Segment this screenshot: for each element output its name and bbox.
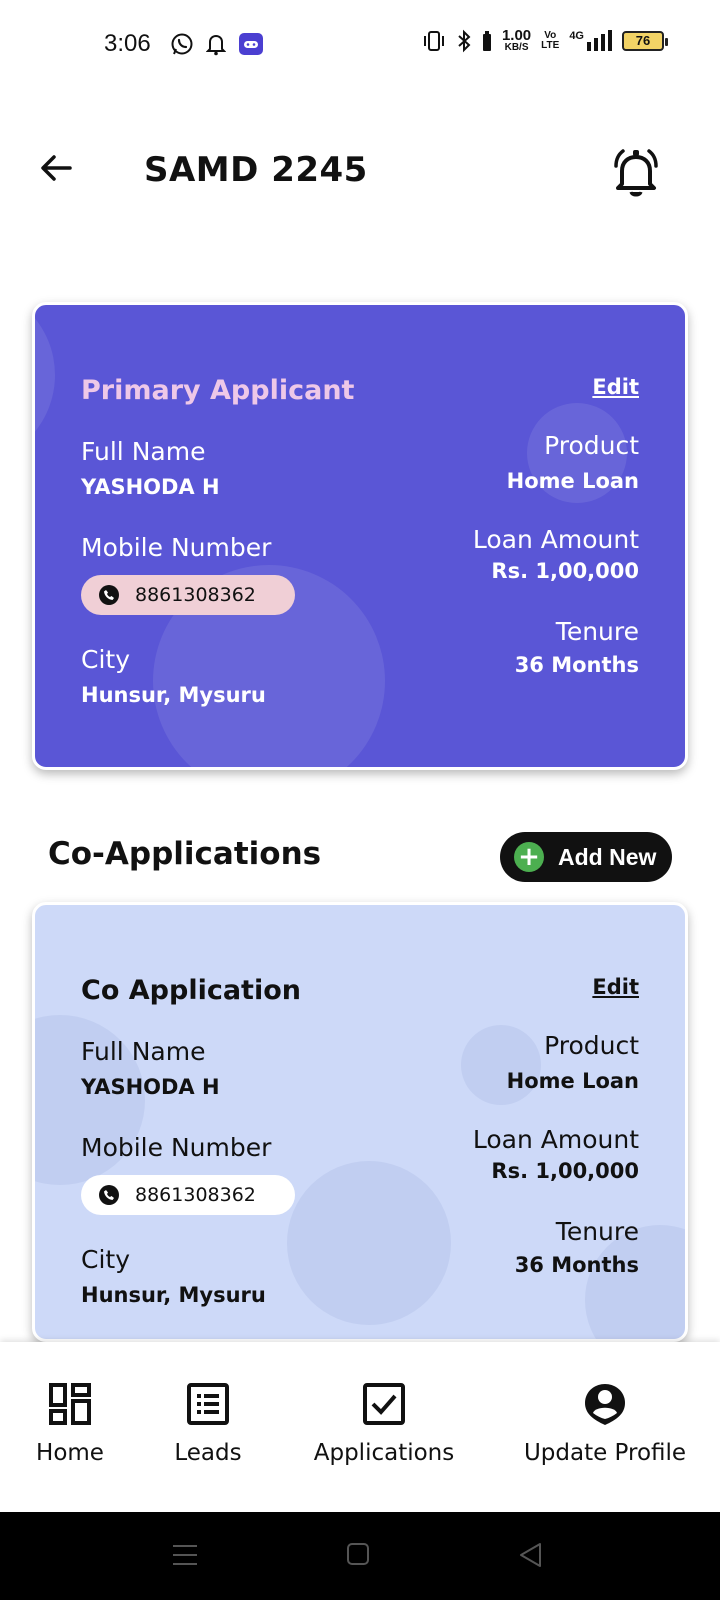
decor-bubble [287, 1161, 451, 1325]
mobile-value: 8861308362 [135, 1184, 256, 1206]
status-bar: 3:06 1.00 KB/S Vo LTE 4G 76 [0, 0, 720, 90]
decor-bubble [461, 1025, 541, 1105]
nav-label-update-profile: Update Profile [523, 1440, 687, 1466]
nav-label-home: Home [36, 1440, 104, 1466]
product-label: Product [544, 431, 639, 460]
phone-pill[interactable]: 8861308362 [81, 1175, 295, 1215]
nav-item-home[interactable]: Home [24, 1342, 116, 1512]
status-time: 3:06 [104, 30, 151, 57]
signal-indicator: 4G [569, 29, 612, 52]
bottom-nav: Home Leads Applications Update Profile [0, 1342, 720, 1512]
card-title: Co Application [81, 975, 301, 1006]
tenure-label: Tenure [555, 617, 639, 646]
edit-link[interactable]: Edit [592, 975, 639, 999]
checkbox-icon [363, 1383, 405, 1425]
full-name-label: Full Name [81, 1037, 206, 1066]
notification-bell-icon [206, 34, 226, 56]
city-label: City [81, 1245, 130, 1274]
status-right: 1.00 KB/S Vo LTE 4G 76 [422, 28, 668, 53]
primary-applicant-card: Primary Applicant Edit Full Name YASHODA… [32, 302, 688, 770]
loan-amount-label: Loan Amount [472, 1125, 639, 1154]
loan-amount-label: Loan Amount [472, 525, 639, 554]
volte-bottom: LTE [541, 39, 560, 51]
product-value: Home Loan [506, 1069, 639, 1093]
mobile-label: Mobile Number [81, 533, 272, 562]
phone-icon [99, 1185, 119, 1205]
tenure-value: 36 Months [514, 1253, 639, 1277]
volte-top: Vo [544, 29, 557, 41]
menu-icon[interactable] [172, 1542, 198, 1568]
decor-bubble [35, 305, 55, 465]
speed-unit: KB/S [504, 42, 529, 53]
nav-label-leads: Leads [174, 1440, 242, 1466]
back-triangle-icon[interactable] [518, 1542, 542, 1568]
back-arrow-icon[interactable] [36, 148, 76, 188]
loan-amount-value: Rs. 1,00,000 [491, 1159, 639, 1183]
signal-icon [587, 29, 612, 51]
nav-item-applications[interactable]: Applications [304, 1342, 464, 1512]
full-name-label: Full Name [81, 437, 206, 466]
network-speed: 1.00 KB/S [502, 28, 531, 53]
bluetooth-icon [458, 29, 471, 52]
tenure-value: 36 Months [514, 653, 639, 677]
battery-indicator: 76 [622, 30, 668, 51]
app-notification-icon [239, 33, 263, 55]
phone-icon [99, 585, 119, 605]
tenure-label: Tenure [555, 1217, 639, 1246]
city-value: Hunsur, Mysuru [81, 683, 266, 707]
system-navigation-bar [0, 1512, 720, 1600]
product-value: Home Loan [506, 469, 639, 493]
phone-pill[interactable]: 8861308362 [81, 575, 295, 615]
add-new-label: Add New [558, 843, 657, 870]
alarm-bell-icon[interactable] [608, 144, 664, 200]
card-title: Primary Applicant [81, 375, 355, 406]
speed-value: 1.00 [501, 27, 532, 44]
edit-link[interactable]: Edit [592, 375, 639, 399]
vibrate-icon [423, 30, 444, 51]
section-title: Co-Applications [48, 836, 322, 872]
list-icon [187, 1383, 229, 1425]
co-application-card: Co Application Edit Full Name YASHODA H … [32, 902, 688, 1342]
city-label: City [81, 645, 130, 674]
network-type: 4G [569, 29, 584, 42]
profile-pin-icon [585, 1384, 625, 1425]
page-title: SAMD 2245 [144, 150, 368, 190]
add-new-button[interactable]: + Add New [500, 832, 672, 882]
full-name-value: YASHODA H [81, 1075, 220, 1099]
plus-icon: + [514, 842, 544, 872]
nav-item-update-profile[interactable]: Update Profile [514, 1342, 696, 1512]
volte-indicator: Vo LTE [541, 29, 560, 51]
full-name-value: YASHODA H [81, 475, 220, 499]
nav-label-applications: Applications [313, 1440, 455, 1466]
nav-item-leads[interactable]: Leads [162, 1342, 254, 1512]
loan-amount-value: Rs. 1,00,000 [491, 559, 639, 583]
city-value: Hunsur, Mysuru [81, 1283, 266, 1307]
product-label: Product [544, 1031, 639, 1060]
mobile-value: 8861308362 [135, 584, 256, 606]
battery-saver-icon [482, 30, 491, 51]
dashboard-icon [49, 1383, 91, 1425]
mobile-label: Mobile Number [81, 1133, 272, 1162]
home-square-icon[interactable] [346, 1542, 370, 1566]
whatsapp-icon [171, 33, 193, 55]
